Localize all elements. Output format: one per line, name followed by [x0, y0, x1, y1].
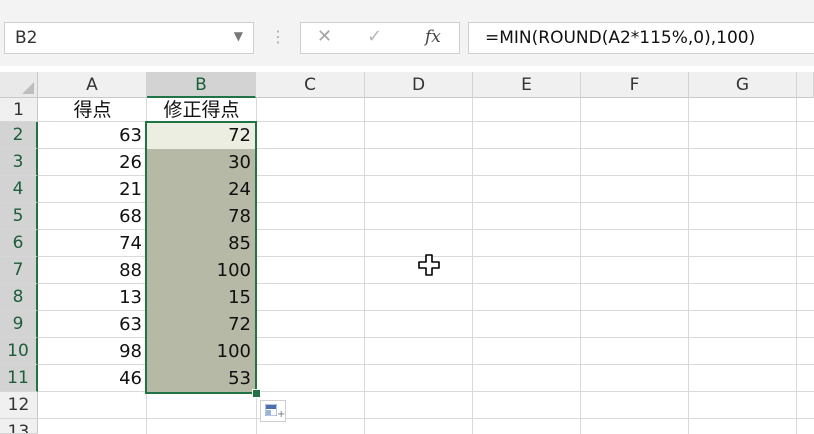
cell-a4[interactable]: 21 [38, 176, 146, 203]
column-header-c[interactable]: C [256, 72, 365, 98]
cell-a11[interactable]: 46 [38, 365, 146, 392]
row-header-11[interactable]: 11 [0, 365, 38, 392]
row-header-2[interactable]: 2 [0, 122, 38, 149]
row-header-7[interactable]: 7 [0, 257, 38, 284]
column-header-b[interactable]: B [147, 72, 256, 98]
column-header-a[interactable]: A [38, 72, 147, 98]
cell-a2[interactable]: 63 [38, 122, 146, 149]
column-header-h[interactable] [797, 72, 814, 98]
formula-bar: B2 ▼ ⋮ ✕ ✓ fx =MIN(ROUND(A2*115%,0),100) [0, 20, 814, 66]
quick-analysis-icon [265, 404, 277, 416]
row-header-13[interactable]: 13 [0, 419, 38, 434]
row-header-8[interactable]: 8 [0, 284, 38, 311]
formula-buttons: ✕ ✓ fx [300, 22, 460, 54]
cell-b10[interactable]: 100 [147, 338, 255, 365]
cell-a3[interactable]: 26 [38, 149, 146, 176]
cell-a5[interactable]: 68 [38, 203, 146, 230]
column-header-f[interactable]: F [581, 72, 689, 98]
select-all-triangle-icon [22, 82, 34, 94]
cell-a7[interactable]: 88 [38, 257, 146, 284]
cell-b7[interactable]: 100 [147, 257, 255, 284]
row-header-3[interactable]: 3 [0, 149, 38, 176]
cell-b4[interactable]: 24 [147, 176, 255, 203]
cell-a9[interactable]: 63 [38, 311, 146, 338]
row-header-5[interactable]: 5 [0, 203, 38, 230]
cell-b1[interactable]: 修正得点 [147, 98, 256, 122]
enter-icon[interactable]: ✓ [367, 26, 382, 47]
cell-a10[interactable]: 98 [38, 338, 146, 365]
row-header-6[interactable]: 6 [0, 230, 38, 257]
ribbon-edge [0, 0, 814, 20]
cell-a8[interactable]: 13 [38, 284, 146, 311]
cell-b3[interactable]: 30 [147, 149, 255, 176]
plus-icon: + [277, 409, 286, 420]
cell-b5[interactable]: 78 [147, 203, 255, 230]
row-header-9[interactable]: 9 [0, 311, 38, 338]
row-header-1[interactable]: 1 [0, 98, 38, 122]
cell-b9[interactable]: 72 [147, 311, 255, 338]
cell-a6[interactable]: 74 [38, 230, 146, 257]
cell-a1[interactable]: 得点 [38, 98, 147, 122]
cell-b2[interactable]: 72 [147, 122, 255, 149]
formula-bar-grip-icon: ⋮ [270, 27, 286, 46]
column-header-e[interactable]: E [473, 72, 581, 98]
worksheet-grid[interactable]: A B C D E F G 1 2 3 4 5 6 7 8 9 10 11 12… [0, 72, 814, 434]
chevron-down-icon[interactable]: ▼ [234, 29, 243, 43]
column-header-d[interactable]: D [365, 72, 473, 98]
cell-b11[interactable]: 53 [147, 365, 255, 392]
cell-b8[interactable]: 15 [147, 284, 255, 311]
cell-b6[interactable]: 85 [147, 230, 255, 257]
name-box[interactable]: B2 ▼ [4, 22, 254, 54]
formula-text: =MIN(ROUND(A2*115%,0),100) [485, 28, 756, 48]
name-box-value: B2 [15, 28, 38, 48]
cancel-icon[interactable]: ✕ [317, 26, 332, 47]
grid-line [38, 418, 814, 419]
column-header-g[interactable]: G [689, 72, 797, 98]
fill-handle[interactable] [252, 389, 261, 398]
insert-function-icon[interactable]: fx [425, 27, 441, 47]
formula-input[interactable]: =MIN(ROUND(A2*115%,0),100) [468, 22, 814, 54]
row-header-4[interactable]: 4 [0, 176, 38, 203]
row-header-10[interactable]: 10 [0, 338, 38, 365]
quick-analysis-button[interactable]: + [260, 400, 286, 422]
row-header-12[interactable]: 12 [0, 392, 38, 419]
cross-cursor-icon [418, 254, 440, 276]
select-all-button[interactable] [0, 72, 38, 98]
